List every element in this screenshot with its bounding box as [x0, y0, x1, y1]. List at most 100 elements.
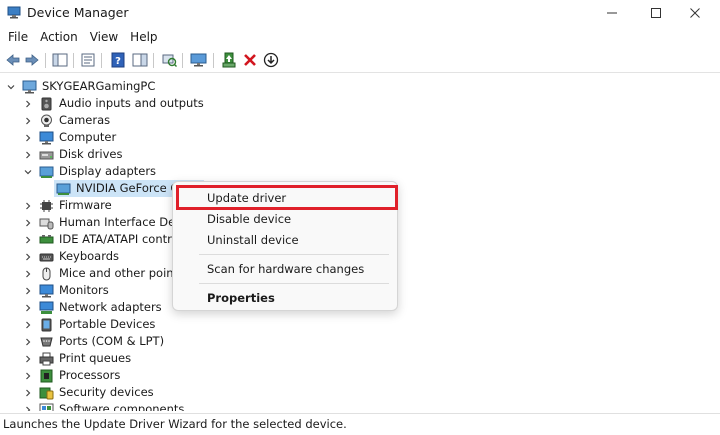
- tree-item-label: Disk drives: [59, 147, 123, 161]
- chevron-right-icon[interactable]: [23, 150, 33, 160]
- menu-help[interactable]: Help: [124, 26, 163, 48]
- monitor-icon[interactable]: [190, 52, 208, 68]
- download-circle-icon[interactable]: [262, 52, 280, 68]
- tree-item-computer[interactable]: Computer: [23, 129, 116, 146]
- title-bar: Device Manager: [0, 0, 720, 26]
- menu-bar: File Action View Help: [0, 26, 720, 48]
- chevron-right-icon[interactable]: [23, 235, 33, 245]
- port-icon: [39, 335, 54, 349]
- tree-item-label: Display adapters: [59, 164, 157, 178]
- chevron-right-icon[interactable]: [23, 133, 33, 143]
- context-menu-properties[interactable]: Properties: [173, 288, 399, 308]
- action-pane-icon[interactable]: [131, 52, 149, 68]
- tree-item-network-adapters[interactable]: Network adapters: [23, 299, 162, 316]
- window-title: Device Manager: [27, 5, 129, 20]
- tree-root[interactable]: SKYGEARGamingPC: [6, 78, 155, 95]
- chevron-right-icon[interactable]: [23, 371, 33, 381]
- tree-item-label: Software components: [59, 402, 185, 411]
- tree-item-hid[interactable]: Human Interface Devic: [23, 214, 192, 231]
- tree-item-label: NVIDIA GeForce GT: [76, 181, 186, 195]
- context-menu-disable-device[interactable]: Disable device: [173, 209, 399, 229]
- tree-item-security-devices[interactable]: Security devices: [23, 384, 154, 401]
- context-menu: Update driver Disable device Uninstall d…: [172, 181, 398, 311]
- tree-item-label: Mice and other pointin: [59, 266, 189, 280]
- chevron-right-icon[interactable]: [23, 320, 33, 330]
- display-adapter-icon: [56, 182, 71, 196]
- menu-action[interactable]: Action: [34, 26, 84, 48]
- tree-item-label: Cameras: [59, 113, 111, 127]
- disk-drive-icon: [39, 148, 54, 162]
- tree-item-software-components[interactable]: Software components: [23, 401, 184, 411]
- tree-item-label: Network adapters: [59, 300, 162, 314]
- back-arrow-icon[interactable]: [4, 52, 22, 68]
- tree-item-label: IDE ATA/ATAPI controll: [59, 232, 186, 246]
- tree-item-keyboards[interactable]: Keyboards: [23, 248, 119, 265]
- processor-icon: [39, 369, 54, 383]
- printer-icon: [39, 352, 54, 366]
- chevron-right-icon[interactable]: [23, 252, 33, 262]
- hid-icon: [39, 216, 54, 230]
- menu-view[interactable]: View: [84, 26, 124, 48]
- minimize-button[interactable]: [592, 0, 632, 26]
- network-adapter-icon: [39, 301, 54, 315]
- tree-item-mice[interactable]: Mice and other pointin: [23, 265, 189, 282]
- uninstall-device-icon[interactable]: [241, 52, 259, 68]
- chevron-down-icon[interactable]: [23, 167, 33, 177]
- tree-item-label: Firmware: [59, 198, 112, 212]
- chevron-right-icon[interactable]: [23, 303, 33, 313]
- tree-item-print-queues[interactable]: Print queues: [23, 350, 131, 367]
- update-driver-icon[interactable]: [220, 52, 238, 68]
- tree-item-audio[interactable]: Audio inputs and outputs: [23, 95, 204, 112]
- tree-item-disk-drives[interactable]: Disk drives: [23, 146, 122, 163]
- display-adapter-icon: [39, 165, 54, 179]
- help-icon[interactable]: ?: [109, 52, 127, 68]
- chevron-right-icon[interactable]: [23, 388, 33, 398]
- scan-hardware-icon[interactable]: [160, 52, 178, 68]
- chevron-down-icon[interactable]: [6, 82, 16, 92]
- software-component-icon: [39, 403, 54, 411]
- tree-item-ide-ata[interactable]: IDE ATA/ATAPI controll: [23, 231, 185, 248]
- status-bar: Launches the Update Driver Wizard for th…: [0, 413, 720, 435]
- tree-item-label: Processors: [59, 368, 121, 382]
- chevron-right-icon[interactable]: [23, 269, 33, 279]
- show-hide-console-tree-icon[interactable]: [51, 52, 69, 68]
- toolbar-separator: [73, 53, 74, 68]
- tree-item-portable-devices[interactable]: Portable Devices: [23, 316, 155, 333]
- toolbar-separator: [182, 53, 183, 68]
- chevron-right-icon[interactable]: [23, 218, 33, 228]
- context-menu-scan-hardware[interactable]: Scan for hardware changes: [173, 259, 399, 279]
- status-text: Launches the Update Driver Wizard for th…: [3, 417, 347, 431]
- maximize-button[interactable]: [636, 0, 676, 26]
- svg-text:?: ?: [115, 56, 121, 67]
- tree-item-cameras[interactable]: Cameras: [23, 112, 110, 129]
- speaker-icon: [39, 97, 54, 111]
- ide-controller-icon: [39, 233, 54, 247]
- tree-item-label: Computer: [59, 130, 117, 144]
- context-menu-uninstall-device[interactable]: Uninstall device: [173, 230, 399, 250]
- close-button[interactable]: [675, 0, 715, 26]
- camera-icon: [39, 114, 54, 128]
- chevron-right-icon[interactable]: [23, 116, 33, 126]
- chevron-right-icon[interactable]: [23, 286, 33, 296]
- forward-arrow-icon[interactable]: [23, 52, 41, 68]
- tree-item-display-adapters[interactable]: Display adapters: [23, 163, 156, 180]
- chevron-right-icon[interactable]: [23, 99, 33, 109]
- menu-file[interactable]: File: [2, 26, 34, 48]
- chevron-right-icon[interactable]: [23, 337, 33, 347]
- computer-icon: [39, 131, 54, 145]
- device-manager-app-icon: [7, 5, 21, 19]
- chevron-right-icon[interactable]: [23, 405, 33, 411]
- tree-item-ports[interactable]: Ports (COM & LPT): [23, 333, 164, 350]
- tree-item-label: Print queues: [59, 351, 132, 365]
- context-menu-update-driver[interactable]: Update driver: [173, 188, 399, 208]
- chevron-right-icon[interactable]: [23, 201, 33, 211]
- monitor-icon: [39, 284, 54, 298]
- chevron-right-icon[interactable]: [23, 354, 33, 364]
- tree-item-processors[interactable]: Processors: [23, 367, 120, 384]
- properties-icon[interactable]: [79, 52, 97, 68]
- tree-item-firmware[interactable]: Firmware: [23, 197, 112, 214]
- tree-item-monitors[interactable]: Monitors: [23, 282, 109, 299]
- toolbar-separator: [153, 53, 154, 68]
- context-menu-separator: [199, 254, 389, 255]
- context-menu-separator: [199, 283, 389, 284]
